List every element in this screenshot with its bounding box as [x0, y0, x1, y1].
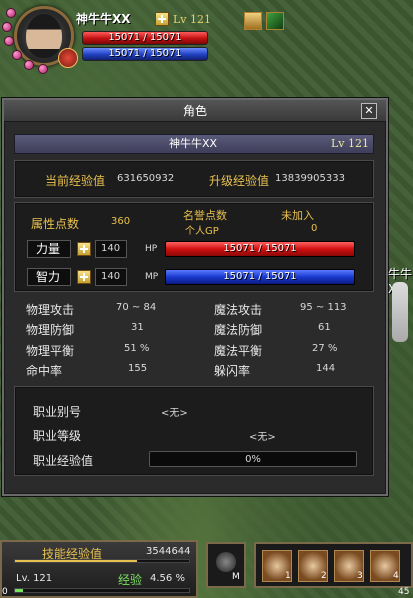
job-title-value: <无>	[161, 408, 188, 419]
character-mp-bar: 15071 / 15071	[165, 269, 355, 285]
exp-bar	[14, 588, 190, 593]
job-section: 职业别号 <无> 职业等级 <无> 职业经验值 0%	[14, 386, 374, 476]
stat-value: 144	[316, 363, 336, 374]
exp-label: 经验	[118, 573, 143, 587]
stat-label: 躲闪率	[214, 364, 251, 378]
skill-exp-fill	[15, 560, 137, 562]
mp-tag: MP	[145, 272, 159, 282]
corner-counter-right: 45	[398, 587, 410, 597]
character-name: 神牛牛XX	[169, 137, 218, 150]
character-hp-bar: 15071 / 15071	[165, 241, 355, 257]
personal-gp-value: 0	[311, 223, 318, 234]
mount-slot[interactable]: M	[206, 542, 246, 588]
add-stat-icon[interactable]	[155, 12, 169, 26]
experience-section: 当前经验值 631650932 升级经验值 13839905333	[14, 160, 374, 198]
status-orb-icon[interactable]	[4, 36, 14, 46]
job-exp-bar: 0%	[149, 451, 357, 467]
stat-label: 物理攻击	[26, 303, 75, 317]
status-orb-icon[interactable]	[2, 22, 12, 32]
stat-label: 魔法防御	[214, 323, 263, 337]
guild-status: 未加入	[281, 209, 314, 222]
intellect-value-box: 140	[95, 268, 127, 286]
status-orb-icon[interactable]	[24, 60, 34, 70]
strength-value-box: 140	[95, 240, 127, 258]
status-orb-icon[interactable]	[12, 50, 22, 60]
personal-gp-label: 个人GP	[185, 226, 219, 237]
job-level-value: <无>	[249, 432, 276, 443]
stat-label: 物理平衡	[26, 344, 75, 358]
stat-value: 61	[318, 322, 331, 333]
slot-key: M	[232, 572, 240, 582]
attributes-section: 属性点数 360 名誉点数 个人GP 未加入 0 力量 140 HP 15071…	[14, 202, 374, 292]
fame-points-label: 名誉点数	[183, 209, 227, 222]
job-title-label: 职业别号	[33, 405, 82, 419]
exp-value: 4.56 %	[150, 573, 185, 584]
close-button[interactable]: ✕	[361, 103, 377, 119]
player-level: Lv 121	[173, 13, 212, 26]
guild-badge-icon[interactable]	[58, 48, 78, 68]
skill-exp-bar	[14, 559, 190, 563]
stat-value: 31	[131, 322, 144, 333]
stat-label: 物理防御	[26, 323, 75, 337]
slot-key: 1	[285, 571, 291, 581]
hp-tag: HP	[145, 244, 158, 254]
player-avatar	[26, 14, 62, 58]
window-title[interactable]: 角色	[4, 100, 386, 122]
character-name-strip: 神牛牛XX Lv 121	[14, 134, 374, 154]
exp-hud: 技能经验值 3544644 Lv. 121 经验 4.56 %	[0, 540, 198, 598]
stat-value: 95 ~ 113	[300, 302, 347, 313]
strength-label: 力量	[27, 240, 71, 258]
upgrade-exp-value: 13839905333	[275, 173, 345, 184]
stat-label: 命中率	[26, 364, 63, 378]
intellect-value: 140	[101, 271, 121, 282]
add-intellect-button[interactable]	[77, 270, 91, 284]
add-strength-button[interactable]	[77, 242, 91, 256]
other-player-figure[interactable]	[392, 282, 408, 342]
strength-value: 140	[101, 243, 121, 254]
current-exp-value: 631650932	[117, 173, 175, 184]
current-exp-label: 当前经验值	[45, 174, 106, 188]
status-orb-icon[interactable]	[6, 8, 16, 18]
mount-icon	[216, 552, 236, 572]
slot-key: 4	[393, 571, 399, 581]
stat-value: 27 %	[312, 343, 338, 354]
stat-value: 51 %	[124, 343, 150, 354]
attr-points-label: 属性点数	[31, 217, 80, 231]
character-level: Lv 121	[331, 137, 370, 150]
upgrade-exp-label: 升级经验值	[209, 174, 270, 188]
skill-buff-icon[interactable]	[266, 12, 284, 30]
player-hp-bar: 15071 / 15071	[82, 31, 208, 45]
job-exp-label: 职业经验值	[33, 454, 94, 468]
exp-fill	[15, 589, 23, 592]
slot-key: 2	[321, 571, 327, 581]
slot-key: 3	[357, 571, 363, 581]
attr-points-value: 360	[111, 216, 131, 227]
player-mp-bar: 15071 / 15071	[82, 47, 208, 61]
skill-slot[interactable]: 1	[262, 550, 292, 582]
skill-exp-value: 3544644	[146, 546, 191, 557]
intellect-label: 智力	[27, 268, 71, 286]
stat-label: 魔法平衡	[214, 344, 263, 358]
skill-bar: 1 2 3 4	[254, 542, 413, 588]
shop-icon[interactable]	[244, 12, 262, 30]
skill-slot[interactable]: 2	[298, 550, 328, 582]
corner-counter-left: 0	[2, 587, 8, 597]
stat-label: 魔法攻击	[214, 303, 263, 317]
hud-level: Lv. 121	[16, 573, 53, 584]
stat-value: 70 ~ 84	[116, 302, 157, 313]
stat-value: 155	[128, 363, 148, 374]
job-level-label: 职业等级	[33, 429, 82, 443]
player-name: 神牛牛XX	[76, 12, 131, 26]
skill-slot[interactable]: 4	[370, 550, 400, 582]
skill-slot[interactable]: 3	[334, 550, 364, 582]
status-orb-icon[interactable]	[38, 64, 48, 74]
job-exp-value: 0%	[245, 454, 261, 465]
